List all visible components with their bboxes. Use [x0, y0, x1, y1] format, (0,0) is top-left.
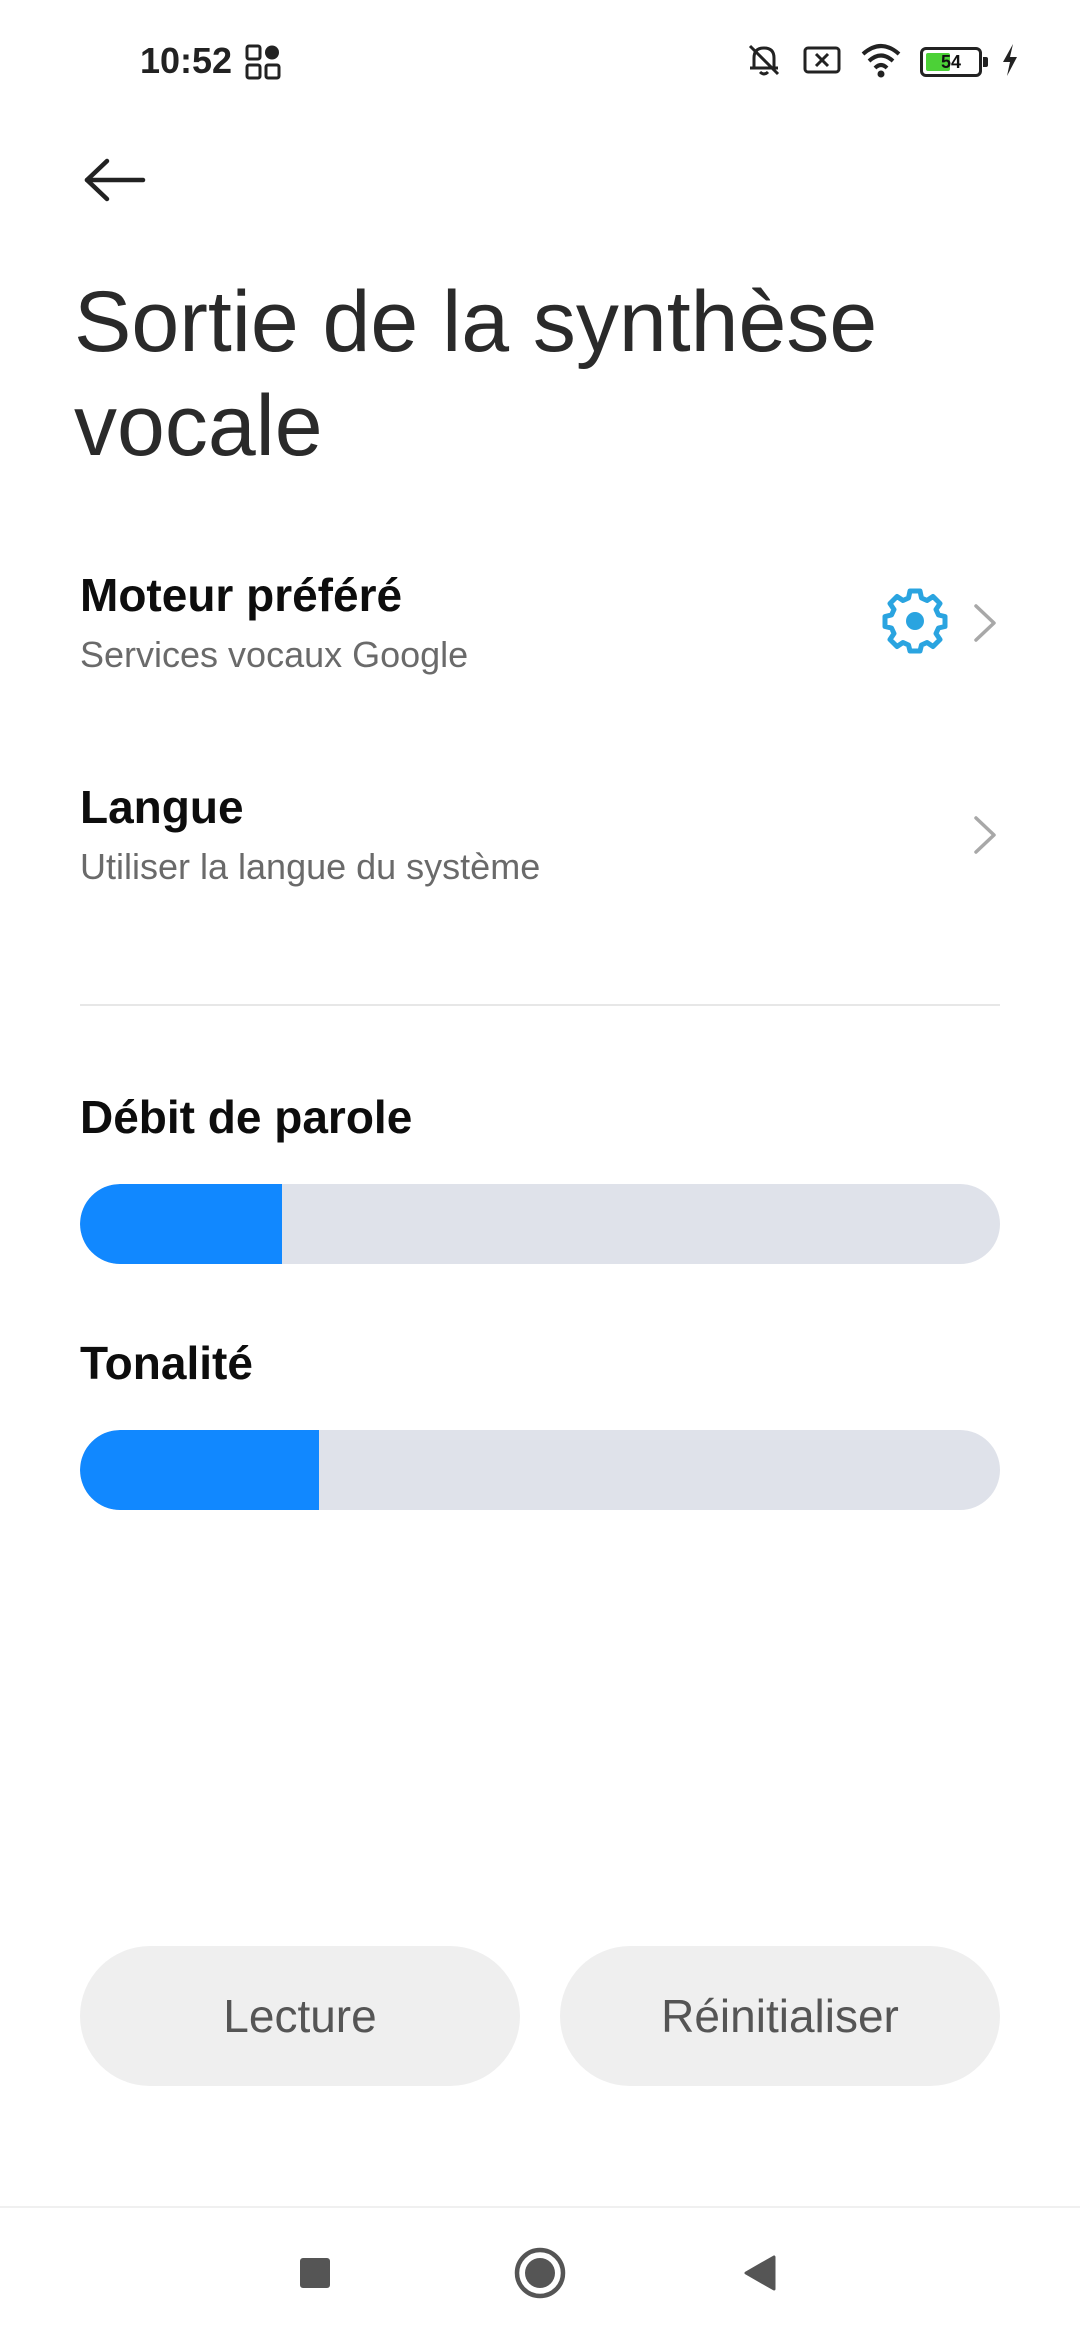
charging-icon — [1000, 42, 1020, 83]
recents-button[interactable] — [280, 2238, 350, 2308]
divider — [80, 1004, 1000, 1006]
wifi-icon — [860, 40, 902, 85]
nav-back-button[interactable] — [725, 2238, 795, 2308]
language-row[interactable]: Langue Utiliser la langue du système — [80, 780, 1000, 930]
language-value: Utiliser la langue du système — [80, 846, 541, 887]
home-button[interactable] — [505, 2238, 575, 2308]
no-sim-icon — [802, 40, 842, 85]
preferred-engine-row[interactable]: Moteur préféré Services vocaux Google — [80, 568, 1000, 718]
status-icons: 54 — [744, 42, 1020, 82]
back-button[interactable] — [70, 140, 160, 220]
battery-icon: 54 — [920, 47, 988, 77]
chevron-right-icon — [970, 810, 1000, 860]
page-title: Sortie de la synthèse vocale — [74, 274, 878, 474]
back-triangle-icon — [744, 2255, 776, 2291]
preferred-engine-value: Services vocaux Google — [80, 634, 469, 675]
navigation-bar — [0, 2206, 1080, 2342]
language-title: Langue — [80, 781, 244, 833]
speech-rate-label: Débit de parole — [80, 1091, 413, 1143]
qr-code-icon — [245, 44, 281, 80]
status-time: 10:52 — [140, 40, 233, 81]
battery-level: 54 — [940, 51, 962, 72]
speech-rate-slider[interactable] — [80, 1184, 1000, 1264]
pitch-label: Tonalité — [80, 1337, 253, 1389]
preferred-engine-title: Moteur préféré — [80, 569, 403, 621]
chevron-right-icon — [970, 598, 1000, 648]
back-arrow-icon — [84, 158, 146, 202]
home-icon — [514, 2247, 566, 2299]
play-button[interactable]: Lecture — [80, 1946, 520, 2086]
status-bar: 10:52 54 — [0, 0, 1080, 120]
speech-rate-slider-fill — [80, 1184, 283, 1264]
reset-button[interactable]: Réinitialiser — [560, 1946, 1000, 2086]
recents-icon — [300, 2258, 330, 2288]
gear-icon[interactable] — [882, 588, 948, 654]
silent-bell-icon — [744, 40, 784, 85]
pitch-slider[interactable] — [80, 1430, 1000, 1510]
pitch-slider-fill — [80, 1430, 320, 1510]
